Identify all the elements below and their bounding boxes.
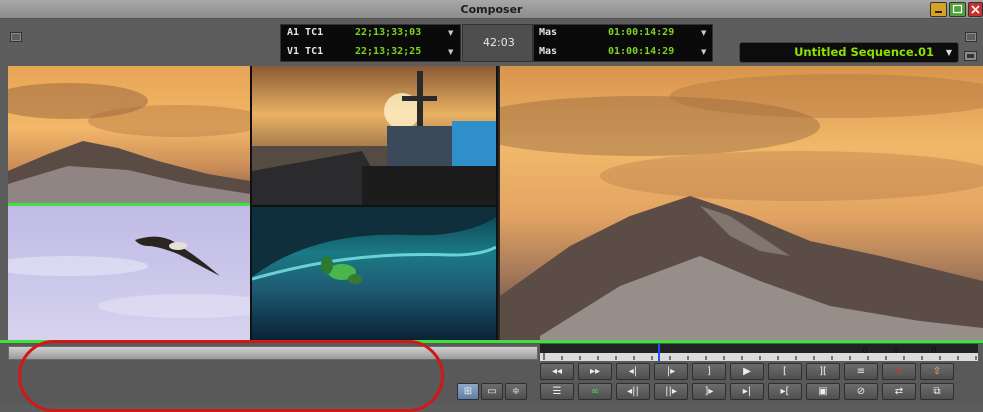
minimize-button[interactable] [930, 2, 947, 17]
ruler-mark-3: 0 [931, 346, 937, 356]
fast-rewind-icon[interactable]: ◂◂ [540, 363, 574, 380]
source-track-1-dropdown-icon[interactable]: ▼ [448, 29, 453, 37]
match-frame-glyph: ⇄ [894, 386, 904, 397]
record-track-label-2: Mas [539, 46, 558, 57]
sequence-selector[interactable]: Untitled Sequence.01 ▼ [739, 42, 959, 63]
menu-icon[interactable] [10, 27, 22, 42]
record-track-2-dropdown-icon[interactable]: ▼ [701, 48, 706, 56]
clear-marks-icon[interactable]: ⊘ [844, 383, 878, 400]
mark-clip-glyph: ][ [819, 366, 827, 377]
record-menu-icon[interactable] [965, 27, 977, 42]
record-track-label-1: Mas [539, 27, 558, 38]
overwrite-icon[interactable]: ▣ [806, 383, 840, 400]
step-back-icon[interactable]: ◂| [616, 363, 650, 380]
record-monitor[interactable] [500, 66, 983, 340]
center-duration: 42:03 [483, 36, 515, 49]
sync-glyph: ≑ [511, 386, 521, 397]
step-back-frames-icon[interactable]: ◂|| [616, 383, 650, 400]
go-to-out-icon[interactable]: ]▸ [692, 383, 726, 400]
source-track-label-1: A1 TC1 [287, 27, 324, 38]
step-forward-frames-icon[interactable]: ||▸ [654, 383, 688, 400]
lift-glyph: ⇧ [894, 366, 904, 377]
ruler-mark-1: 0 [862, 346, 868, 356]
play-icon[interactable]: ▶ [730, 363, 764, 380]
sync-icon[interactable]: ≑ [505, 383, 527, 400]
maximize-button[interactable] [949, 2, 966, 17]
step-back-frames-glyph: ◂|| [627, 386, 639, 397]
position-indicator[interactable] [658, 344, 660, 361]
go-to-in-icon[interactable]: ▸[ [768, 383, 802, 400]
fast-rewind-glyph: ◂◂ [551, 366, 563, 377]
extract-icon[interactable]: ⇧ [920, 363, 954, 380]
clip-list-glyph: ☰ [552, 386, 562, 397]
clip-list-icon[interactable]: ☰ [540, 383, 574, 400]
record-timeline-ruler[interactable] [540, 344, 978, 361]
copy-glyph: ⧉ [933, 386, 941, 397]
loop-icon[interactable]: ∞ [578, 383, 612, 400]
loop-glyph: ∞ [590, 386, 600, 397]
step-forward-icon[interactable]: |▸ [654, 363, 688, 380]
monitor-divider [498, 66, 500, 340]
go-to-out-glyph: ]▸ [704, 386, 714, 397]
play-glyph: ▶ [743, 366, 751, 377]
record-timecode-2: 01:00:14:29 [608, 46, 675, 57]
play-in-out-icon[interactable]: ▸| [730, 383, 764, 400]
mark-in-icon[interactable]: [ [768, 363, 802, 380]
record-timecode-1: 01:00:14:29 [608, 27, 675, 38]
step-forward-glyph: |▸ [666, 366, 676, 377]
go-to-in-glyph: ▸[ [780, 386, 790, 397]
mark-out-glyph: ] [707, 366, 711, 377]
sequence-dropdown-icon[interactable]: ▼ [946, 48, 952, 57]
annotation-highlight-ellipse [18, 340, 444, 412]
quad-tile-underwater[interactable] [252, 207, 496, 340]
quad-tile-mountain[interactable] [8, 66, 250, 203]
quad-tile-ship[interactable] [252, 66, 496, 205]
fast-forward-icon[interactable]: ▸▸ [578, 363, 612, 380]
overwrite-glyph: ▣ [818, 386, 828, 397]
copy-icon[interactable]: ⧉ [920, 383, 954, 400]
mark-in-glyph: [ [783, 366, 787, 377]
lift-icon[interactable]: ⇧ [882, 363, 916, 380]
mark-out-icon[interactable]: ] [692, 363, 726, 380]
quad-tile-albatross[interactable] [8, 206, 250, 340]
splice-in-glyph: ≡ [856, 366, 866, 377]
splice-in-icon[interactable]: ≡ [844, 363, 878, 380]
match-frame-icon[interactable]: ⇄ [882, 383, 916, 400]
source-track-label-2: V1 TC1 [287, 46, 324, 57]
source-timecode-1: 22;13;33;03 [355, 27, 422, 38]
mark-clip-icon[interactable]: ][ [806, 363, 840, 380]
step-forward-frames-glyph: ||▸ [665, 386, 677, 397]
fast-forward-glyph: ▸▸ [589, 366, 601, 377]
window-title: Composer [460, 3, 523, 16]
ruler-mark-2: 0 [893, 346, 899, 356]
close-button[interactable] [968, 2, 983, 17]
record-track-1-dropdown-icon[interactable]: ▼ [701, 29, 706, 37]
clear-marks-glyph: ⊘ [856, 386, 866, 397]
play-in-out-glyph: ▸| [742, 386, 752, 397]
quad-split-icon[interactable]: ⊞ [457, 383, 479, 400]
sequence-name: Untitled Sequence.01 [794, 45, 934, 59]
quad-split-glyph: ⊞ [463, 386, 473, 397]
source-track-2-dropdown-icon[interactable]: ▼ [448, 48, 453, 56]
sequence-menu-icon[interactable] [964, 46, 977, 61]
source-timecode-2: 22;13;32;25 [355, 46, 422, 57]
extract-glyph: ⇧ [932, 366, 942, 377]
source-record-glyph: ▭ [487, 386, 497, 397]
source-record-icon[interactable]: ▭ [481, 383, 503, 400]
step-back-glyph: ◂| [628, 366, 638, 377]
